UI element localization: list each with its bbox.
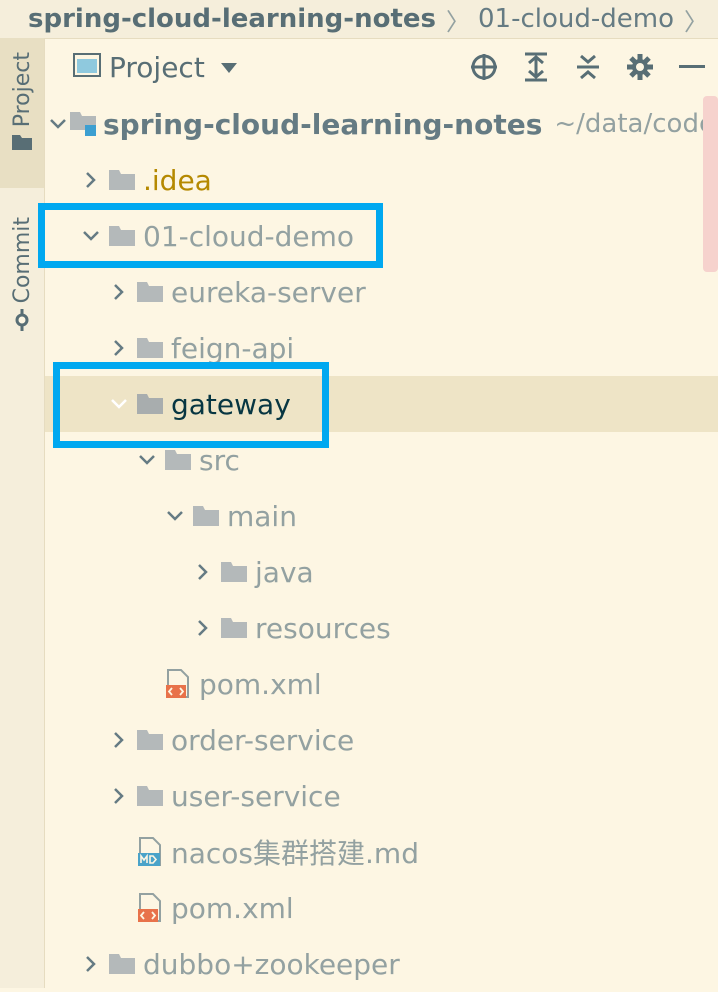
breadcrumb-separator-icon: 〉 [684,7,708,36]
folder-icon [107,953,137,975]
chevron-right-icon[interactable] [105,731,133,749]
chevron-right-icon[interactable] [77,955,105,973]
project-view-icon [73,53,101,81]
chevron-down-icon[interactable] [133,454,161,466]
breadcrumb-root[interactable]: spring-cloud-learning-notes [0,4,436,34]
tree-row-main[interactable]: main [45,488,718,544]
tree-row-root[interactable]: spring-cloud-learning-notes ~/data/codes… [45,96,718,152]
tree-root-path: ~/data/codes/ [554,109,718,139]
folder-icon [163,449,193,471]
tree-item-label: .idea [143,163,212,197]
module-folder-icon [69,111,97,137]
view-dropdown-icon[interactable] [220,58,237,77]
tree-row-feign-api[interactable]: feign-api [45,320,718,376]
chevron-down-icon[interactable] [161,510,189,522]
scrollbar-marker[interactable] [703,96,718,272]
tree-row-nacos-md[interactable]: nacos集群搭建.md [45,824,718,880]
side-tab-commit-label: Commit [9,217,35,304]
folder-icon [135,785,165,807]
tree-row-gateway-pom[interactable]: pom.xml [45,656,718,712]
folder-icon [135,281,165,303]
tree-row-gateway[interactable]: gateway [45,376,718,432]
tree-row-demo-pom[interactable]: pom.xml [45,880,718,936]
tree-item-label: pom.xml [199,667,322,701]
folder-icon [11,133,33,155]
side-tab-project[interactable]: Project [0,38,44,188]
folder-icon [219,617,249,639]
folder-icon [219,561,249,583]
locate-icon[interactable] [458,52,510,82]
folder-icon [107,225,137,247]
toolwindow-title[interactable]: Project [109,51,205,84]
tree-item-label: gateway [171,387,291,421]
tree-item-label: eureka-server [171,275,366,309]
tree-row-eureka-server[interactable]: eureka-server [45,264,718,320]
folder-icon [135,337,165,359]
tree-row-01-cloud-demo[interactable]: 01-cloud-demo [45,208,718,264]
tree-item-label: src [199,443,240,477]
collapse-all-icon[interactable] [562,52,614,82]
side-tab-project-label: Project [9,52,35,128]
tree-root-label: spring-cloud-learning-notes [103,107,543,141]
tree-item-label: main [227,499,297,533]
chevron-right-icon[interactable] [105,787,133,805]
breadcrumb-separator-icon: 〉 [446,7,470,36]
chevron-right-icon[interactable] [77,171,105,189]
side-tab-commit[interactable]: Commit [0,203,44,333]
folder-icon [191,505,221,527]
tree-item-label: nacos集群搭建.md [171,837,419,870]
tree-row-user-service[interactable]: user-service [45,768,718,824]
tree-row-java[interactable]: java [45,544,718,600]
folder-icon [107,169,137,191]
tree-row-dubbo-zookeeper[interactable]: dubbo+zookeeper [45,936,718,992]
markdown-file-icon [135,837,165,867]
tree-row-src[interactable]: src [45,432,718,488]
chevron-right-icon[interactable] [189,563,217,581]
tree-item-label: 01-cloud-demo [143,219,355,253]
tree-item-label: order-service [171,723,355,757]
tree-item-label: user-service [171,779,341,813]
chevron-right-icon[interactable] [105,283,133,301]
chevron-right-icon[interactable] [105,339,133,357]
xml-file-icon [135,893,165,923]
tree-item-label: dubbo+zookeeper [143,947,400,981]
tree-item-label: resources [255,611,391,645]
chevron-down-icon[interactable] [77,230,105,242]
chevron-down-icon[interactable] [105,398,133,410]
chevron-right-icon[interactable] [189,619,217,637]
breadcrumb: spring-cloud-learning-notes 〉 01-cloud-d… [0,0,718,39]
xml-file-icon [163,669,193,699]
tree-item-label: pom.xml [171,891,294,925]
minimize-icon[interactable] [666,64,718,70]
tree-row-idea[interactable]: .idea [45,152,718,208]
tree-row-resources[interactable]: resources [45,600,718,656]
tool-window-strip: Project Commit [0,38,45,988]
commit-icon [11,309,33,335]
tree-row-order-service[interactable]: order-service [45,712,718,768]
project-tree: spring-cloud-learning-notes ~/data/codes… [45,96,718,992]
tree-item-label: feign-api [171,331,295,365]
tree-item-label: java [255,555,314,589]
project-toolwindow-header: Project [45,38,718,96]
folder-icon [135,729,165,751]
chevron-down-icon[interactable] [49,118,67,130]
breadcrumb-current[interactable]: 01-cloud-demo [478,4,674,34]
expand-all-icon[interactable] [510,52,562,82]
folder-icon [135,393,165,415]
gear-icon[interactable] [614,53,666,81]
toolwindow-actions [458,38,718,96]
